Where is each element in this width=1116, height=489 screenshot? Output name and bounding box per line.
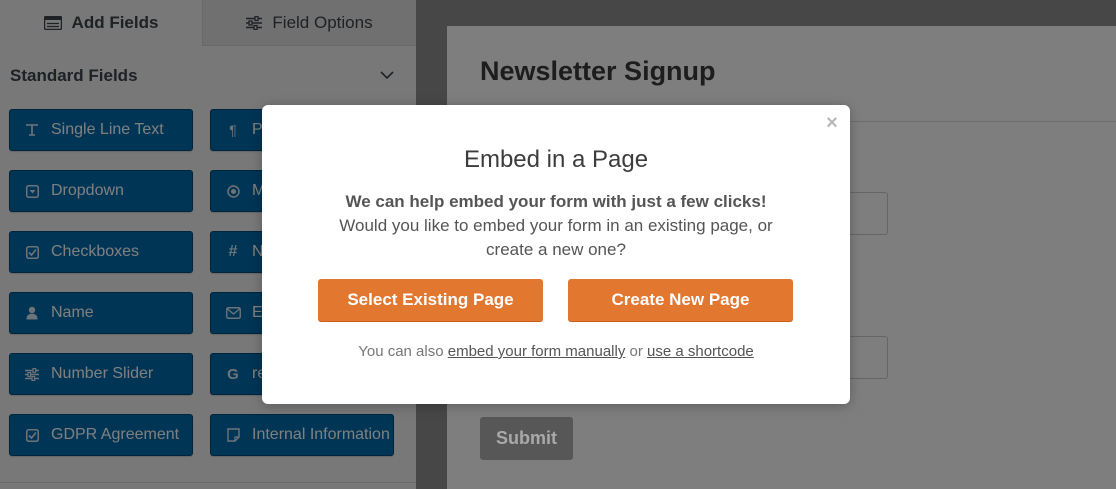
embed-manually-link[interactable]: embed your form manually [448, 343, 626, 360]
text-icon [24, 123, 40, 137]
tab-field-options-label: Field Options [272, 12, 373, 32]
panel-divider [0, 482, 416, 483]
use-shortcode-link[interactable]: use a shortcode [647, 343, 754, 360]
field-name[interactable]: Name [9, 292, 193, 334]
field-single-line-text[interactable]: Single Line Text [9, 109, 193, 151]
embed-modal: × Embed in a Page We can help embed your… [262, 105, 850, 404]
tab-field-options[interactable]: Field Options [202, 0, 416, 46]
footer-prefix: You can also [358, 343, 444, 360]
tab-add-fields[interactable]: Add Fields [0, 0, 202, 46]
gdpr-checkbox-icon [24, 428, 40, 442]
field-internal-information[interactable]: Internal Information [210, 414, 394, 456]
checkbox-icon [24, 245, 40, 259]
close-icon[interactable]: × [824, 113, 840, 133]
form-title: Newsletter Signup [480, 56, 716, 86]
modal-desc-bold: We can help embed your form with just a … [345, 192, 767, 211]
footer-middle: or [629, 343, 643, 360]
standard-fields-header[interactable]: Standard Fields [0, 58, 416, 94]
dropdown-icon [24, 184, 40, 198]
chevron-down-icon[interactable] [380, 67, 394, 85]
modal-title: Embed in a Page [463, 146, 649, 173]
user-icon [24, 306, 40, 320]
list-icon [43, 16, 62, 30]
sidebar-tabs: Add Fields Field Options [0, 0, 416, 46]
section-title: Standard Fields [10, 66, 138, 85]
field-dropdown[interactable]: Dropdown [9, 170, 193, 212]
paragraph-icon: ¶ [229, 122, 237, 138]
radio-icon [225, 184, 241, 198]
modal-desc-line3: create a new one? [486, 240, 626, 259]
google-icon: G [227, 365, 239, 383]
field-gdpr-agreement[interactable]: GDPR Agreement [9, 414, 193, 456]
tab-add-fields-label: Add Fields [71, 13, 159, 32]
email-icon [225, 307, 241, 319]
note-icon [225, 428, 241, 442]
slider-icon [24, 367, 40, 381]
create-new-page-button[interactable]: Create New Page [568, 279, 793, 321]
select-existing-page-button[interactable]: Select Existing Page [318, 279, 543, 321]
modal-footer: You can also embed your form manually or… [262, 343, 850, 360]
modal-desc-line2: Would you like to embed your form in an … [339, 216, 773, 235]
field-number-slider[interactable]: Number Slider [9, 353, 193, 395]
sliders-icon [246, 15, 263, 30]
field-checkboxes[interactable]: Checkboxes [9, 231, 193, 273]
number-icon: # [228, 243, 238, 260]
form-submit-button[interactable]: Submit [480, 417, 573, 460]
modal-description: We can help embed your form with just a … [262, 190, 850, 262]
